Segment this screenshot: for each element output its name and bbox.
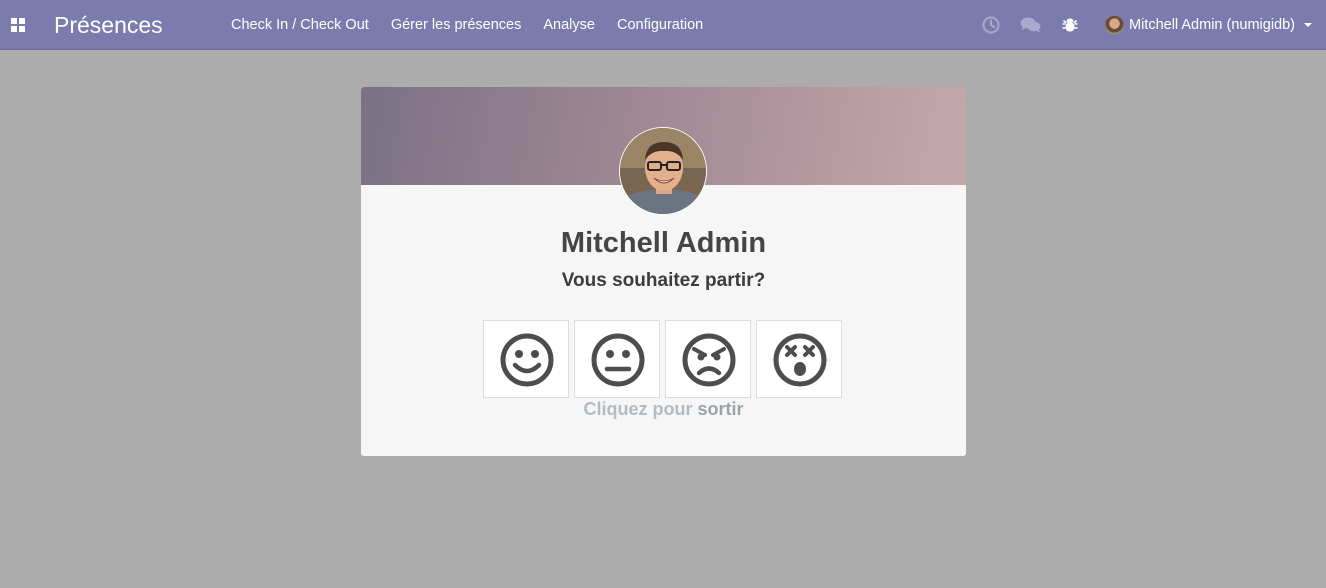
- top-navbar: Présences Check In / Check Out Gérer les…: [0, 0, 1326, 50]
- menu-item-check-in-out[interactable]: Check In / Check Out: [220, 0, 380, 50]
- clock-icon[interactable]: [981, 15, 1001, 35]
- mood-dizzy-button[interactable]: [756, 320, 842, 398]
- menu-item-configuration[interactable]: Configuration: [606, 0, 714, 50]
- caret-down-icon: [1304, 23, 1313, 27]
- mood-neutral-button[interactable]: [574, 320, 660, 398]
- mood-happy-button[interactable]: [483, 320, 569, 398]
- hint-action: sortir: [697, 399, 744, 419]
- dizzy-icon: [773, 333, 827, 387]
- check-out-question: Vous souhaitez partir?: [561, 270, 766, 291]
- menu-item-analysis[interactable]: Analyse: [532, 0, 606, 50]
- mood-angry-button[interactable]: [665, 320, 751, 398]
- user-name: Mitchell Admin (numigidb): [1129, 17, 1296, 33]
- chat-icon[interactable]: [1020, 15, 1041, 35]
- hint-prefix: Cliquez pour: [583, 399, 698, 419]
- bug-icon[interactable]: [1061, 15, 1081, 35]
- angry-icon: [682, 333, 736, 387]
- employee-avatar: [619, 127, 707, 215]
- meh-icon: [591, 333, 645, 387]
- menu-item-manage-attendances[interactable]: Gérer les présences: [380, 0, 533, 50]
- smile-icon: [500, 333, 554, 387]
- user-menu[interactable]: Mitchell Admin (numigidb): [1105, 14, 1313, 36]
- avatar: [1105, 15, 1124, 35]
- attendance-card: Mitchell Admin Vous souhaitez partir? Cl…: [361, 87, 966, 456]
- apps-grid-icon[interactable]: [11, 18, 25, 32]
- check-out-hint: Cliquez pour sortir: [361, 399, 966, 420]
- employee-name: Mitchell Admin: [560, 227, 767, 259]
- main-menu: Check In / Check Out Gérer les présences…: [220, 0, 714, 50]
- app-title[interactable]: Présences: [54, 11, 163, 39]
